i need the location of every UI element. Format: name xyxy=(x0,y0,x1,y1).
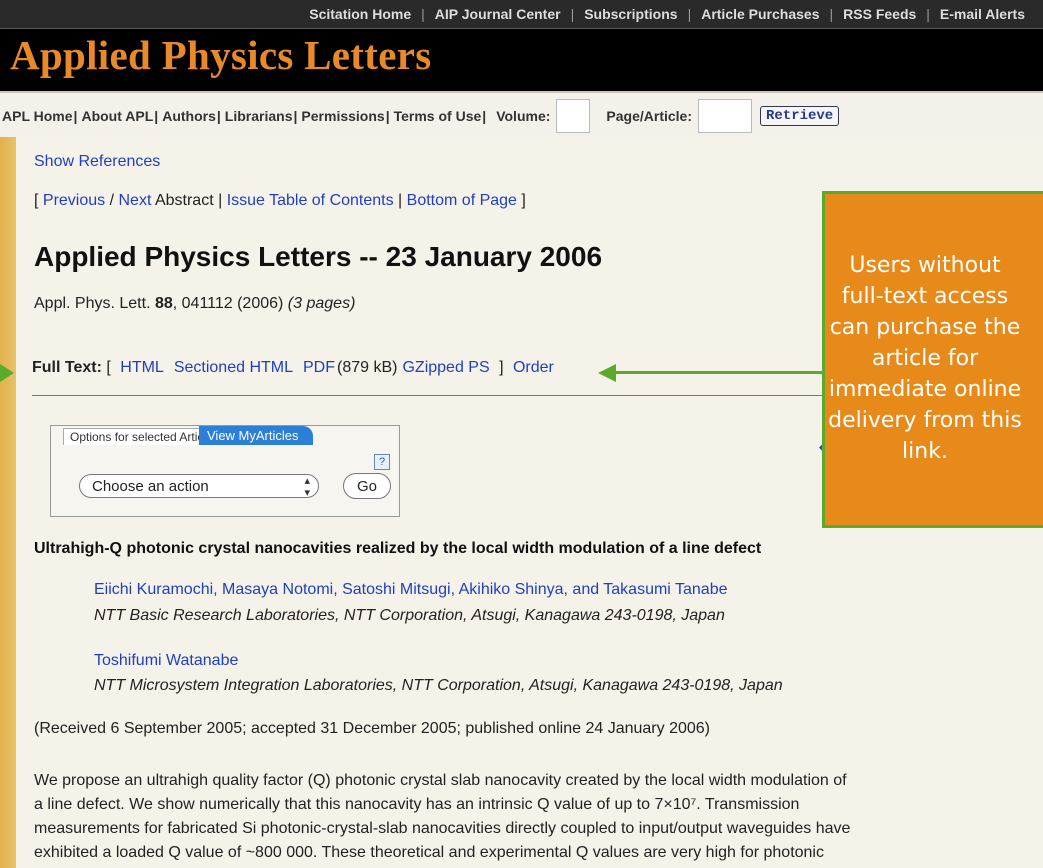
callout-text: Users without full-text access can purch… xyxy=(828,253,1022,464)
slash: / xyxy=(105,192,119,209)
sub-nav-link[interactable]: Authors xyxy=(162,108,216,124)
tab-view-myarticles[interactable]: View MyArticles xyxy=(199,426,313,445)
pdf-size: (879 kB) xyxy=(337,359,398,376)
masthead: Applied Physics Letters xyxy=(0,29,1043,91)
retrieve-button[interactable]: Retrieve xyxy=(760,105,840,126)
top-nav-bar: Scitation Home | AIP Journal Center | Subscr… xyxy=(0,0,1043,29)
sub-nav-link[interactable]: Permissions xyxy=(301,108,384,124)
top-nav-item[interactable]: Scitation Home xyxy=(299,6,421,22)
full-text-label: Full Text: xyxy=(32,359,102,376)
citation-journal: Appl. Phys. Lett. xyxy=(34,295,155,312)
abstract-text: Abstract | xyxy=(151,192,227,209)
sub-nav-separator: | xyxy=(73,107,78,124)
volume-label: Volume: xyxy=(496,107,551,124)
divider xyxy=(32,395,852,396)
order-arrow-head xyxy=(598,364,616,382)
issue-title: Applied Physics Letters -- 23 January 20… xyxy=(34,241,603,272)
bottom-of-page-link[interactable]: Bottom of Page xyxy=(407,192,517,209)
sub-nav-separator: | xyxy=(216,107,221,124)
sub-nav-separator: | xyxy=(482,107,487,124)
previous-link[interactable]: Previous xyxy=(43,192,105,209)
sub-nav-link[interactable]: Terms of Use xyxy=(394,108,482,124)
top-nav-items: Scitation Home | AIP Journal Center | Subscr… xyxy=(299,6,1043,22)
bracket-close: ] xyxy=(494,359,508,376)
top-nav-item[interactable]: E-mail Alerts xyxy=(930,6,1035,22)
left-arrow-head xyxy=(0,364,14,382)
sub-nav-separator: | xyxy=(385,107,390,124)
authors-list-2[interactable]: Toshifumi Watanabe xyxy=(94,652,238,670)
callout-box: Users without full-text access can purch… xyxy=(822,191,1043,528)
issue-toc-link[interactable]: Issue Table of Contents xyxy=(227,192,394,209)
pdf-link[interactable]: PDF xyxy=(303,359,335,376)
action-select-value: Choose an action xyxy=(92,478,209,495)
help-icon[interactable]: ? xyxy=(374,454,390,470)
next-link[interactable]: Next xyxy=(118,192,151,209)
volume-input[interactable] xyxy=(556,98,591,133)
journal-title[interactable]: Applied Physics Letters xyxy=(10,31,431,79)
select-arrows-icon: ▴ ▾ xyxy=(304,475,310,499)
html-link[interactable]: HTML xyxy=(120,359,164,376)
sectioned-html-link[interactable]: Sectioned HTML xyxy=(174,359,293,376)
top-nav-item[interactable]: Subscriptions xyxy=(574,6,687,22)
abstract-line: a line defect. We show numerically that … xyxy=(34,796,800,813)
citation: Appl. Phys. Lett. 88, 041112 (2006) (3 p… xyxy=(34,295,355,313)
sub-nav-link[interactable]: APL Home xyxy=(2,108,73,124)
top-nav-item[interactable]: RSS Feeds xyxy=(833,6,926,22)
prev-next-nav: [ Previous / Next Abstract | Issue Table… xyxy=(34,192,526,210)
gzipped-ps-link[interactable]: GZipped PS xyxy=(402,359,489,376)
sub-nav-links: APL Home| About APL| Authors| Librarians| Pe… xyxy=(2,108,490,124)
top-nav-item[interactable]: AIP Journal Center xyxy=(425,6,571,22)
article-title: Ultrahigh-Q photonic crystal nanocavitie… xyxy=(34,540,762,557)
bracket-open: [ xyxy=(34,192,43,209)
citation-pages: , 041112 (2006) xyxy=(172,295,288,312)
citation-length: (3 pages) xyxy=(287,295,356,312)
full-text-links: Full Text: [ HTML Sectioned HTML PDF (879 k… xyxy=(32,359,559,377)
bracket-close: ] xyxy=(516,192,526,209)
order-arrow-line xyxy=(612,371,822,374)
options-panel: Options for selected Articles View MyArt… xyxy=(50,425,400,517)
affiliation-1: NTT Basic Research Laboratories, NTT Cor… xyxy=(94,607,725,624)
sub-nav-separator: | xyxy=(154,107,159,124)
abstract-line: We propose an ultrahigh quality factor (… xyxy=(34,772,847,789)
order-link[interactable]: Order xyxy=(513,359,554,376)
abstract-line: exhibited a loaded Q value of ~800 000. … xyxy=(34,844,824,861)
show-references-link[interactable]: Show References xyxy=(34,153,160,171)
sub-nav-link[interactable]: About APL xyxy=(81,108,153,124)
pipe: | xyxy=(393,192,407,209)
affiliation-2: NTT Microsystem Integration Laboratories… xyxy=(94,677,783,694)
abstract-text: We propose an ultrahigh quality factor (… xyxy=(34,769,1043,865)
sub-nav-separator: | xyxy=(293,107,298,124)
sub-nav-link[interactable]: Librarians xyxy=(225,108,293,124)
abstract-line: measurements for fabricated Si photonic-… xyxy=(34,820,851,837)
authors-list-1[interactable]: Eiichi Kuramochi, Masaya Notomi, Satoshi… xyxy=(94,581,728,599)
page-article-input[interactable] xyxy=(698,98,752,133)
journal-sub-nav: APL Home| About APL| Authors| Librarians| Pe… xyxy=(0,91,1043,139)
bracket-open: [ xyxy=(101,359,116,376)
left-edge-decoration xyxy=(0,137,16,868)
page-article-label: Page/Article: xyxy=(606,107,692,124)
action-select[interactable]: Choose an action ▴ ▾ xyxy=(79,474,319,499)
go-button[interactable]: Go xyxy=(343,473,391,499)
top-nav-item[interactable]: Article Purchases xyxy=(691,6,829,22)
received-dates: (Received 6 September 2005; accepted 31 … xyxy=(34,720,710,737)
citation-volume: 88 xyxy=(154,295,173,312)
